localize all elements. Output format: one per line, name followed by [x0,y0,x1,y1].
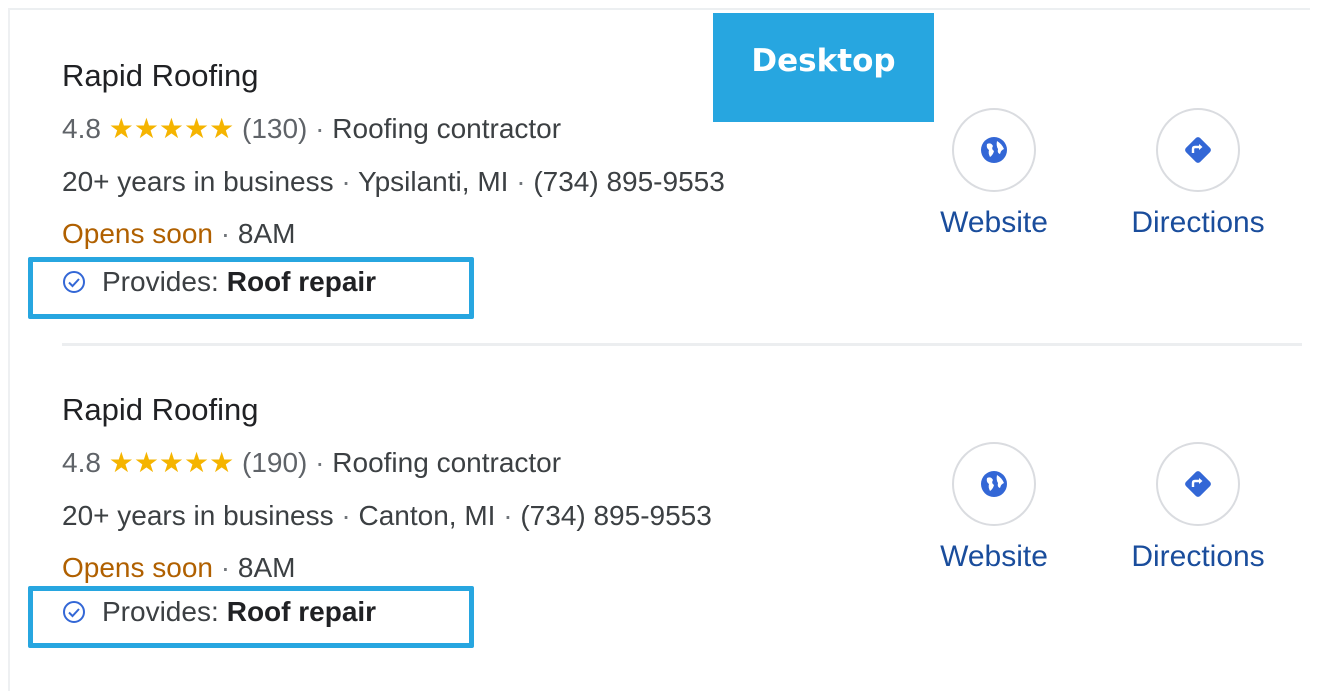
globe-icon [981,471,1007,497]
separator: · [315,447,325,478]
directions-diamond-icon [1185,471,1211,497]
hours-time: 8AM [237,552,296,583]
hours-row: Opens soon · 8AM [62,552,295,584]
business-name[interactable]: Rapid Roofing [62,58,258,94]
website-button[interactable]: Website [914,108,1074,240]
separator: · [315,113,325,144]
review-count[interactable]: (130) [242,113,307,144]
rating-row: 4.8 ★★★★★ (190) · Roofing contractor [62,446,561,479]
years-in-business: 20+ years in business [62,166,334,197]
review-count[interactable]: (190) [242,447,307,478]
rating-value: 4.8 [62,447,101,478]
website-button[interactable]: Website [914,442,1074,574]
search-results-panel: Rapid Roofing 4.8 ★★★★★ (130) · Roofing … [0,0,1333,691]
directions-label[interactable]: Directions [1118,206,1278,240]
directions-button-circle[interactable] [1156,108,1240,192]
business-listing[interactable]: Rapid Roofing 4.8 ★★★★★ (130) · Roofing … [0,0,1333,320]
desktop-badge: Desktop [713,13,934,122]
hours-status: Opens soon [62,552,213,583]
directions-button[interactable]: Directions [1118,108,1278,240]
business-name[interactable]: Rapid Roofing [62,392,258,428]
business-location: Ypsilanti, MI [358,166,509,197]
separator: · [341,166,351,197]
hours-time: 8AM [237,218,296,249]
details-row: 20+ years in business · Ypsilanti, MI · … [62,166,725,198]
business-location: Canton, MI [358,500,496,531]
business-category: Roofing contractor [332,113,562,144]
hours-status: Opens soon [62,218,213,249]
directions-button[interactable]: Directions [1118,442,1278,574]
separator: · [503,500,513,531]
directions-diamond-icon [1185,137,1211,163]
separator: · [220,552,231,583]
website-label[interactable]: Website [914,540,1074,574]
hours-row: Opens soon · 8AM [62,218,295,250]
provides-label: Provides: [102,596,219,627]
rating-row: 4.8 ★★★★★ (130) · Roofing contractor [62,112,561,145]
website-button-circle[interactable] [952,442,1036,526]
details-row: 20+ years in business · Canton, MI · (73… [62,500,712,532]
separator: · [341,500,351,531]
rating-value: 4.8 [62,113,101,144]
business-phone[interactable]: (734) 895-9553 [533,166,724,197]
separator: · [220,218,231,249]
star-rating-icon: ★★★★★ [108,113,235,144]
directions-label[interactable]: Directions [1118,540,1278,574]
business-listing[interactable]: Rapid Roofing 4.8 ★★★★★ (190) · Roofing … [0,334,1333,654]
star-rating-icon: ★★★★★ [108,447,235,478]
business-phone[interactable]: (734) 895-9553 [520,500,711,531]
provides-value: Roof repair [226,266,377,297]
provides-value: Roof repair [226,596,377,627]
website-label[interactable]: Website [914,206,1074,240]
provides-label: Provides: [102,266,219,297]
check-circle-icon [63,601,85,623]
website-button-circle[interactable] [952,108,1036,192]
years-in-business: 20+ years in business [62,500,334,531]
separator: · [516,166,526,197]
directions-button-circle[interactable] [1156,442,1240,526]
check-circle-icon [63,271,85,293]
provides-row: Provides: Roof repair [62,596,376,628]
provides-row: Provides: Roof repair [62,266,376,298]
business-category: Roofing contractor [332,447,562,478]
globe-icon [981,137,1007,163]
